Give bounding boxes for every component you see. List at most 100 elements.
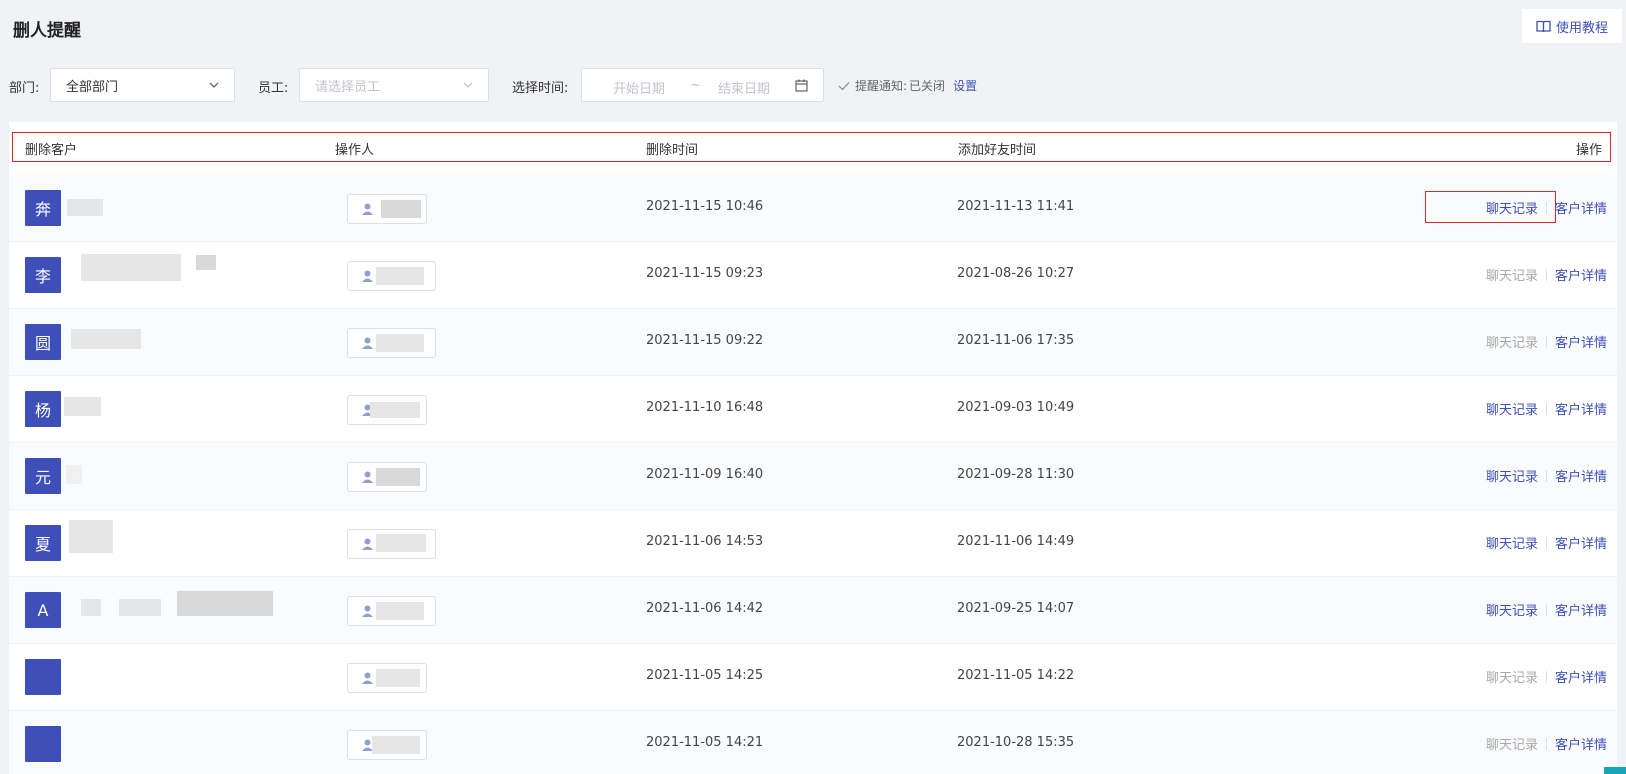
deleted-time: 2021-11-06 14:42	[646, 601, 764, 616]
notify-setting-link[interactable]: 设置	[953, 77, 977, 94]
added-time: 2021-11-05 14:22	[957, 668, 1075, 683]
redacted-name	[66, 465, 82, 484]
user-icon	[362, 471, 373, 483]
operator-tag	[347, 663, 427, 693]
user-icon	[362, 672, 373, 684]
customer-detail-link[interactable]: 客户详情	[1555, 533, 1607, 552]
dept-select[interactable]: 全部部门	[50, 68, 235, 102]
col-actions: 操作	[1575, 143, 1602, 158]
customer-detail-link[interactable]: 客户详情	[1555, 265, 1607, 284]
divider	[1545, 268, 1547, 281]
table-row: 2021-11-05 14:21 2021-10-28 15:35 聊天记录 客…	[9, 711, 1617, 774]
customer-detail-link[interactable]: 客户详情	[1555, 734, 1607, 753]
staff-placeholder: 请选择员工	[315, 79, 381, 95]
row-actions: 聊天记录 客户详情	[1486, 399, 1607, 418]
divider	[1545, 603, 1547, 616]
redacted-operator	[372, 736, 420, 754]
table-row: 杨 2021-11-10 16:48 2021-09-03 10:49 聊天记录…	[9, 376, 1617, 443]
redacted-name	[81, 599, 101, 616]
deleted-time: 2021-11-05 14:25	[646, 668, 764, 683]
divider	[1545, 670, 1547, 683]
added-time: 2021-09-25 14:07	[957, 601, 1075, 616]
added-time: 2021-11-06 14:49	[957, 534, 1075, 549]
avatar: 奔	[25, 190, 61, 226]
chevron-down-icon	[209, 82, 219, 88]
avatar	[25, 659, 61, 695]
row-actions: 聊天记录 客户详情	[1486, 667, 1607, 686]
divider	[1545, 737, 1547, 750]
operator-tag	[347, 730, 427, 760]
redacted-name	[119, 599, 161, 616]
redacted-name	[64, 397, 101, 416]
deleted-customers-table: 删除客户 操作人 删除时间 添加好友时间 操作 奔 2021-11-15 10:…	[9, 122, 1617, 774]
redacted-name	[69, 520, 113, 553]
chat-record-link[interactable]: 聊天记录	[1486, 466, 1538, 485]
redacted-name	[177, 591, 273, 616]
check-icon	[838, 81, 850, 90]
corner-widget[interactable]	[1604, 767, 1626, 774]
user-icon	[362, 270, 373, 282]
dept-value: 全部部门	[66, 79, 119, 95]
notify-status: 提醒通知: 已关闭 设置	[838, 77, 977, 94]
end-date-input[interactable]: 结束日期	[718, 78, 770, 97]
avatar: 杨	[25, 391, 61, 427]
customer-detail-link[interactable]: 客户详情	[1555, 667, 1607, 686]
row-actions: 聊天记录 客户详情	[1486, 533, 1607, 552]
notify-label: 提醒通知:	[855, 79, 908, 93]
table-row: 夏 2021-11-06 14:53 2021-11-06 14:49 聊天记录…	[9, 510, 1617, 577]
avatar	[25, 726, 61, 762]
added-time: 2021-10-28 15:35	[957, 735, 1075, 750]
table-header: 删除客户 操作人 删除时间 添加好友时间 操作	[12, 132, 1611, 162]
deleted-time: 2021-11-06 14:53	[646, 534, 764, 549]
table-row: 圆 2021-11-15 09:22 2021-11-06 17:35 聊天记录…	[9, 309, 1617, 376]
chat-record-link[interactable]: 聊天记录	[1486, 667, 1538, 686]
col-added-time: 添加好友时间	[958, 143, 1037, 158]
range-separator: ~	[690, 78, 701, 93]
calendar-icon	[795, 79, 808, 92]
user-icon	[362, 203, 373, 215]
table-row: 2021-11-05 14:25 2021-11-05 14:22 聊天记录 客…	[9, 644, 1617, 711]
divider	[1545, 536, 1547, 549]
redacted-operator	[370, 402, 420, 418]
time-label: 选择时间:	[512, 81, 569, 96]
staff-select[interactable]: 请选择员工	[299, 68, 489, 102]
added-time: 2021-09-28 11:30	[957, 467, 1075, 482]
customer-detail-link[interactable]: 客户详情	[1555, 198, 1607, 217]
avatar: 李	[25, 257, 61, 293]
user-icon	[362, 605, 373, 617]
deleted-time: 2021-11-15 10:46	[646, 199, 764, 214]
chat-record-link[interactable]: 聊天记录	[1486, 600, 1538, 619]
customer-detail-link[interactable]: 客户详情	[1555, 399, 1607, 418]
chat-record-link[interactable]: 聊天记录	[1486, 265, 1538, 284]
customer-detail-link[interactable]: 客户详情	[1555, 600, 1607, 619]
redacted-operator	[376, 334, 424, 352]
page-title: 删人提醒	[13, 21, 81, 41]
table-row: 李 2021-11-15 09:23 2021-08-26 10:27 聊天记录…	[9, 242, 1617, 309]
user-icon	[362, 538, 373, 550]
row-actions: 聊天记录 客户详情	[1486, 332, 1607, 351]
book-icon	[1536, 20, 1551, 32]
redacted-name	[196, 255, 216, 270]
operator-tag	[347, 529, 436, 559]
tutorial-button[interactable]: 使用教程	[1522, 9, 1622, 43]
date-range-picker[interactable]: 开始日期 ~ 结束日期	[581, 68, 824, 102]
filter-bar: 部门: 全部部门 员工: 请选择员工 选择时间: 开始日期 ~ 结束日期 提醒通…	[9, 68, 1609, 102]
chat-record-link[interactable]: 聊天记录	[1486, 734, 1538, 753]
deleted-time: 2021-11-10 16:48	[646, 400, 764, 415]
avatar: 圆	[25, 324, 61, 360]
row-actions: 聊天记录 客户详情	[1486, 734, 1607, 753]
start-date-input[interactable]: 开始日期	[613, 78, 665, 97]
row-actions: 聊天记录 客户详情	[1486, 265, 1607, 284]
added-time: 2021-09-03 10:49	[957, 400, 1075, 415]
chat-record-link[interactable]: 聊天记录	[1486, 332, 1538, 351]
deleted-time: 2021-11-09 16:40	[646, 467, 764, 482]
avatar: A	[25, 592, 61, 628]
redacted-operator	[381, 200, 421, 218]
operator-tag	[347, 462, 427, 492]
customer-detail-link[interactable]: 客户详情	[1555, 466, 1607, 485]
added-time: 2021-08-26 10:27	[957, 266, 1075, 281]
chat-record-link[interactable]: 聊天记录	[1486, 533, 1538, 552]
customer-detail-link[interactable]: 客户详情	[1555, 332, 1607, 351]
chat-record-link[interactable]: 聊天记录	[1486, 399, 1538, 418]
added-time: 2021-11-13 11:41	[957, 199, 1075, 214]
